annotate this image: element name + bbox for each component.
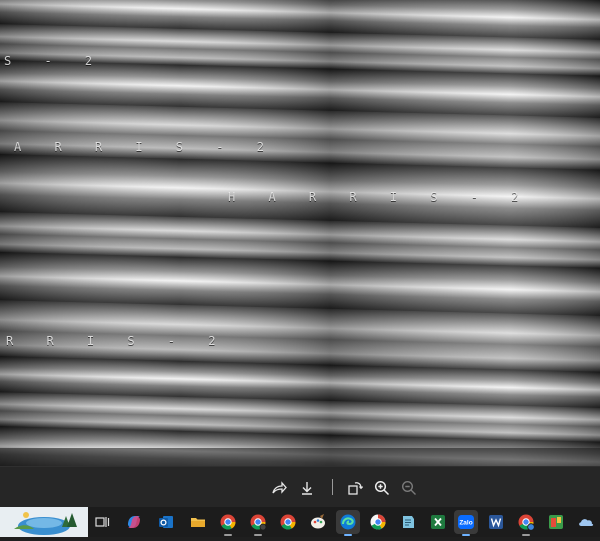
zoom-in-icon[interactable] [371, 477, 393, 499]
metal-bars-photo [0, 0, 600, 466]
edge-icon[interactable] [336, 510, 360, 536]
zalo-icon[interactable]: Zalo [454, 510, 478, 536]
photo-viewer-image: S - 2 A R R I S - 2 H A R R I S - 2 R R … [0, 0, 600, 466]
cloud-icon[interactable] [574, 510, 598, 534]
chrome-icon[interactable] [216, 510, 240, 536]
taskbar: Zalo [0, 507, 600, 537]
stamp-text-4: R R I S - 2 [6, 334, 229, 348]
chrome-icon[interactable] [514, 510, 538, 536]
excel-icon[interactable] [426, 510, 450, 534]
paint-icon[interactable] [306, 510, 330, 534]
toolbar-separator [332, 479, 333, 495]
share-icon[interactable] [268, 477, 290, 499]
app-icon[interactable] [544, 510, 568, 534]
rotate-icon[interactable] [344, 477, 366, 499]
stamp-text-1: S - 2 [4, 54, 106, 68]
word-icon[interactable] [484, 510, 508, 534]
landscape-icon [0, 507, 88, 537]
brave-icon[interactable] [366, 510, 390, 534]
stamp-text-3: H A R R I S - 2 [228, 190, 532, 204]
notepad-icon[interactable] [396, 510, 420, 534]
viewer-toolbar [0, 466, 600, 508]
outlook-icon[interactable] [154, 510, 178, 534]
chrome-profile-icon[interactable] [246, 510, 270, 536]
copilot-icon[interactable] [122, 510, 146, 534]
zoom-out-icon[interactable] [398, 477, 420, 499]
chrome-icon[interactable] [276, 510, 300, 534]
file-explorer-icon[interactable] [186, 510, 210, 534]
weather-widget[interactable] [0, 507, 88, 537]
task-view-icon[interactable] [90, 510, 114, 534]
download-icon[interactable] [296, 477, 318, 499]
zalo-label: Zalo [459, 519, 472, 526]
stamp-text-2: A R R I S - 2 [14, 140, 277, 154]
